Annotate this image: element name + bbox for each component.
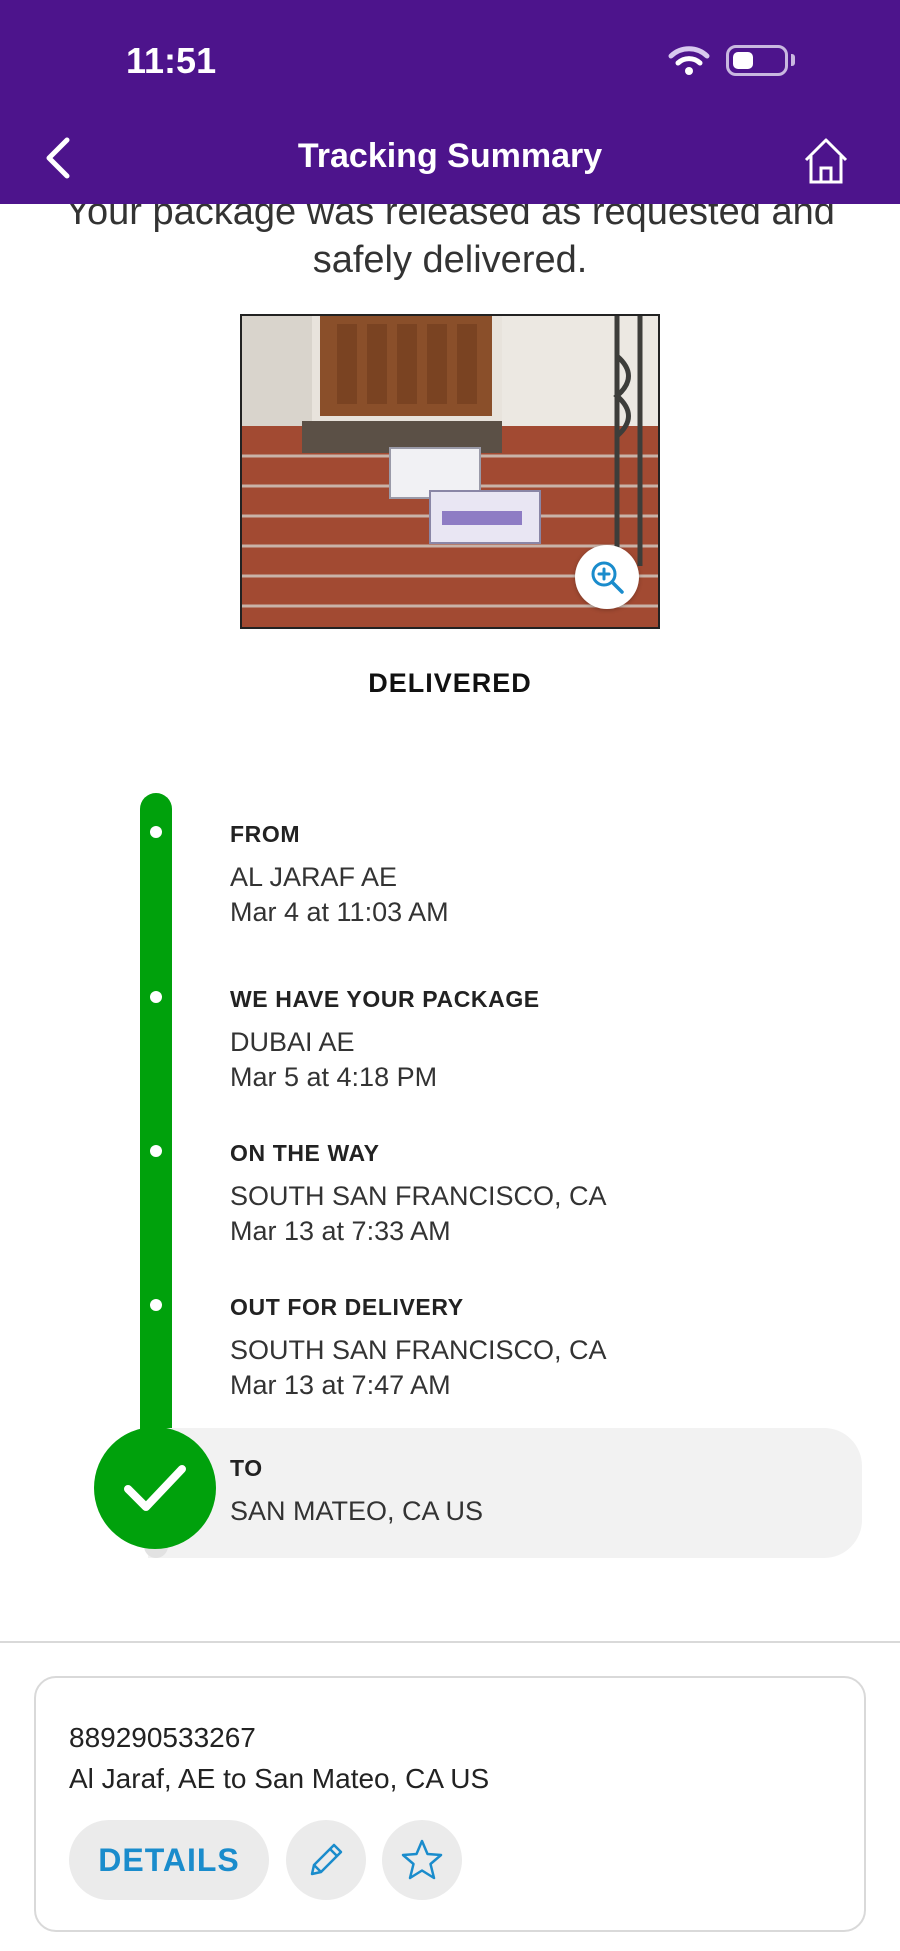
timeline-dot bbox=[150, 991, 162, 1003]
wifi-icon bbox=[668, 46, 710, 75]
zoom-in-icon bbox=[591, 561, 624, 594]
progress-track bbox=[140, 793, 172, 1483]
event-location: SOUTH SAN FRANCISCO, CA bbox=[230, 1181, 607, 1211]
divider bbox=[0, 1641, 900, 1643]
delivered-check bbox=[94, 1427, 216, 1549]
event-location: DUBAI AE bbox=[230, 1027, 355, 1057]
checkmark-icon bbox=[124, 1465, 186, 1511]
home-icon bbox=[804, 138, 848, 184]
home-button[interactable] bbox=[798, 132, 854, 188]
timeline-event-to: TO SAN MATEO, CA US bbox=[230, 1454, 483, 1529]
edit-pencil-icon bbox=[310, 1843, 343, 1876]
app-header: 11:51 Tracking Summary bbox=[0, 0, 900, 204]
timeline-dot bbox=[150, 1299, 162, 1311]
event-label: ON THE WAY bbox=[230, 1140, 380, 1166]
event-label: OUT FOR DELIVERY bbox=[230, 1294, 464, 1320]
battery-tip bbox=[791, 54, 795, 66]
timeline-event-received: WE HAVE YOUR PACKAGE DUBAI AE Mar 5 at 4… bbox=[230, 985, 540, 1095]
event-location: SAN MATEO, CA US bbox=[230, 1496, 484, 1526]
tracking-number: 889290533267 bbox=[69, 1722, 256, 1753]
event-label: FROM bbox=[230, 821, 301, 847]
event-time: Mar 4 at 11:03 AM bbox=[230, 897, 449, 927]
battery-icon bbox=[726, 45, 788, 76]
status-time: 11:51 bbox=[126, 40, 217, 81]
shipment-card: 889290533267 Al Jaraf, AE to San Mateo, … bbox=[34, 1676, 866, 1932]
timeline-event-out-for-delivery: OUT FOR DELIVERY SOUTH SAN FRANCISCO, CA… bbox=[230, 1293, 607, 1403]
event-time: Mar 5 at 4:18 PM bbox=[230, 1062, 438, 1092]
edit-button[interactable] bbox=[286, 1820, 366, 1900]
star-icon bbox=[401, 1839, 443, 1880]
event-location: SOUTH SAN FRANCISCO, CA bbox=[230, 1335, 607, 1365]
timeline-dot bbox=[150, 1145, 162, 1157]
shipment-route: Al Jaraf, AE to San Mateo, CA US bbox=[69, 1763, 490, 1794]
timeline-dot bbox=[150, 826, 162, 838]
timeline-event-from: FROM AL JARAF AE Mar 4 at 11:03 AM bbox=[230, 820, 449, 930]
event-time: Mar 13 at 7:33 AM bbox=[230, 1216, 451, 1246]
details-button[interactable]: DETAILS bbox=[69, 1820, 269, 1900]
page-title: Tracking Summary bbox=[297, 137, 603, 175]
event-location: AL JARAF AE bbox=[230, 862, 398, 892]
favorite-button[interactable] bbox=[382, 1820, 462, 1900]
delivery-status: DELIVERED bbox=[368, 668, 532, 698]
event-label: TO bbox=[230, 1455, 263, 1481]
timeline-event-on-the-way: ON THE WAY SOUTH SAN FRANCISCO, CA Mar 1… bbox=[230, 1139, 607, 1249]
event-label: WE HAVE YOUR PACKAGE bbox=[230, 986, 540, 1012]
zoom-photo-button[interactable] bbox=[575, 545, 639, 609]
event-time: Mar 13 at 7:47 AM bbox=[230, 1370, 451, 1400]
